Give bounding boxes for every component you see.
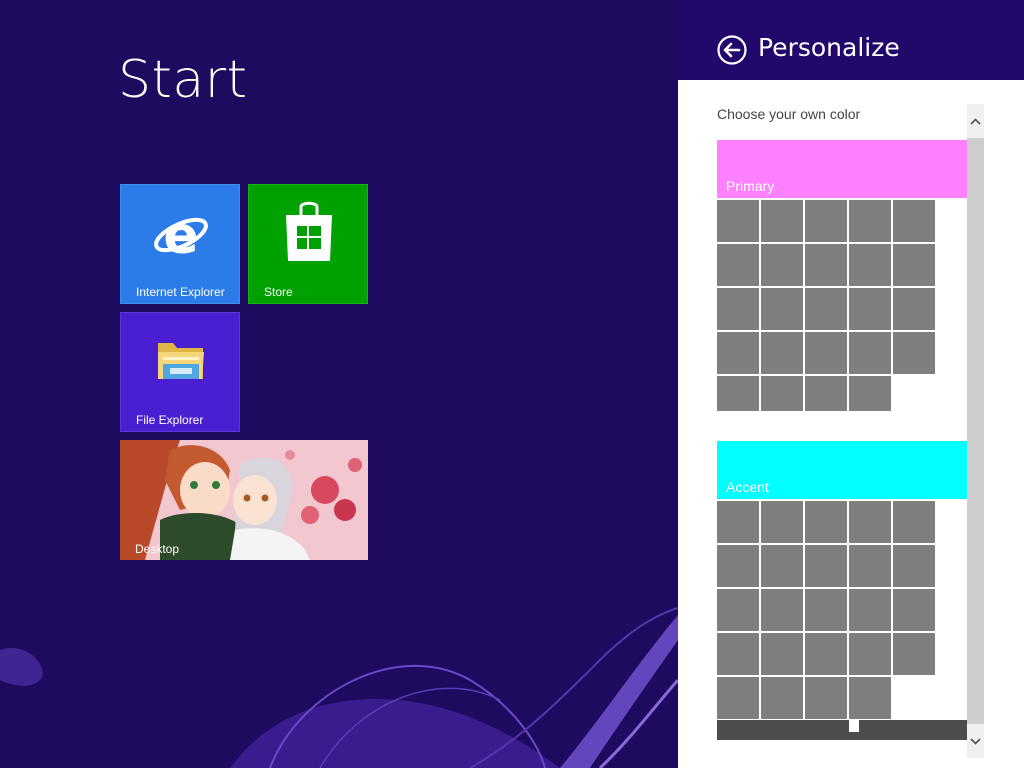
tile-file-explorer[interactable]: File Explorer: [120, 312, 240, 432]
folder-icon: [158, 343, 204, 379]
primary-swatch[interactable]: [893, 200, 935, 242]
primary-swatch[interactable]: [805, 200, 847, 242]
tile-label-desktop: Desktop: [135, 542, 180, 556]
primary-swatch[interactable]: [849, 244, 891, 286]
scroll-up-button[interactable]: [967, 104, 984, 138]
accent-swatch[interactable]: [805, 677, 847, 719]
section-label: Choose your own color: [717, 106, 861, 122]
primary-color-bar: Primary: [717, 140, 967, 198]
accent-swatch[interactable]: [849, 545, 891, 587]
primary-swatch[interactable]: [849, 332, 891, 374]
primary-swatch[interactable]: [717, 288, 759, 330]
accent-swatch[interactable]: [805, 589, 847, 631]
back-arrow-icon[interactable]: [716, 34, 748, 66]
scrollbar-thumb[interactable]: [967, 138, 984, 724]
primary-swatch[interactable]: [805, 332, 847, 374]
tile-desktop[interactable]: Desktop: [120, 440, 368, 560]
tile-label-internet-explorer: Internet Explorer: [136, 285, 225, 299]
accent-swatch[interactable]: [893, 545, 935, 587]
accent-swatch[interactable]: [717, 545, 759, 587]
pane-header: Personalize: [678, 0, 1024, 80]
accent-swatch[interactable]: [849, 633, 891, 675]
primary-swatch[interactable]: [761, 244, 803, 286]
accent-swatch[interactable]: [849, 677, 891, 719]
accent-swatch[interactable]: [893, 589, 935, 631]
pane-title: Personalize: [758, 33, 900, 62]
primary-swatch[interactable]: [849, 288, 891, 330]
accent-label: Accent: [726, 479, 769, 495]
primary-swatch[interactable]: [893, 332, 935, 374]
primary-swatch[interactable]: [761, 376, 803, 411]
tile-label-file-explorer: File Explorer: [136, 413, 204, 427]
accent-swatch[interactable]: [893, 501, 935, 543]
primary-swatch[interactable]: [893, 244, 935, 286]
accent-swatch[interactable]: [805, 501, 847, 543]
tile-internet-explorer[interactable]: e Internet Explorer: [120, 184, 240, 304]
accent-swatch[interactable]: [761, 501, 803, 543]
primary-swatch[interactable]: [805, 244, 847, 286]
accent-color-bar: Accent: [717, 441, 967, 499]
internet-explorer-icon: e: [154, 206, 208, 265]
scroll-down-button[interactable]: [967, 724, 984, 758]
primary-swatch[interactable]: [717, 244, 759, 286]
primary-swatch[interactable]: [717, 332, 759, 374]
primary-swatch[interactable]: [849, 376, 891, 411]
accent-swatch[interactable]: [805, 633, 847, 675]
accent-swatch[interactable]: [893, 633, 935, 675]
svg-text:e: e: [163, 206, 198, 265]
tile-store[interactable]: Store: [248, 184, 368, 304]
start-title: Start: [118, 50, 248, 110]
accent-swatch[interactable]: [717, 633, 759, 675]
start-screen: Start e Internet Explorer Store File Exp…: [0, 0, 678, 768]
tile-label-store: Store: [264, 285, 293, 299]
color-slider[interactable]: [717, 720, 967, 740]
accent-swatch[interactable]: [761, 633, 803, 675]
vertical-scrollbar[interactable]: [967, 104, 984, 758]
primary-swatch[interactable]: [761, 288, 803, 330]
primary-swatch[interactable]: [805, 288, 847, 330]
accent-swatch[interactable]: [717, 677, 759, 719]
accent-swatch[interactable]: [849, 501, 891, 543]
accent-swatch[interactable]: [717, 589, 759, 631]
personalize-pane: Personalize Choose your own color Primar…: [678, 0, 1024, 768]
primary-swatch[interactable]: [717, 376, 759, 411]
store-bag-icon: [286, 201, 332, 261]
accent-swatch[interactable]: [761, 545, 803, 587]
primary-label: Primary: [726, 178, 775, 194]
chevron-down-icon: [970, 737, 981, 745]
primary-swatch[interactable]: [761, 332, 803, 374]
accent-swatch[interactable]: [761, 677, 803, 719]
accent-swatch[interactable]: [849, 589, 891, 631]
accent-swatch[interactable]: [805, 545, 847, 587]
slider-thumb[interactable]: [849, 720, 859, 732]
primary-swatch[interactable]: [761, 200, 803, 242]
primary-swatch[interactable]: [805, 376, 847, 411]
background-swirl: [0, 607, 678, 768]
primary-swatch[interactable]: [893, 288, 935, 330]
chevron-up-icon: [970, 117, 981, 125]
primary-swatch-grid: [717, 200, 937, 412]
accent-swatch[interactable]: [761, 589, 803, 631]
primary-swatch[interactable]: [849, 200, 891, 242]
accent-swatch-grid: [717, 501, 937, 719]
accent-swatch[interactable]: [717, 501, 759, 543]
primary-swatch[interactable]: [717, 200, 759, 242]
